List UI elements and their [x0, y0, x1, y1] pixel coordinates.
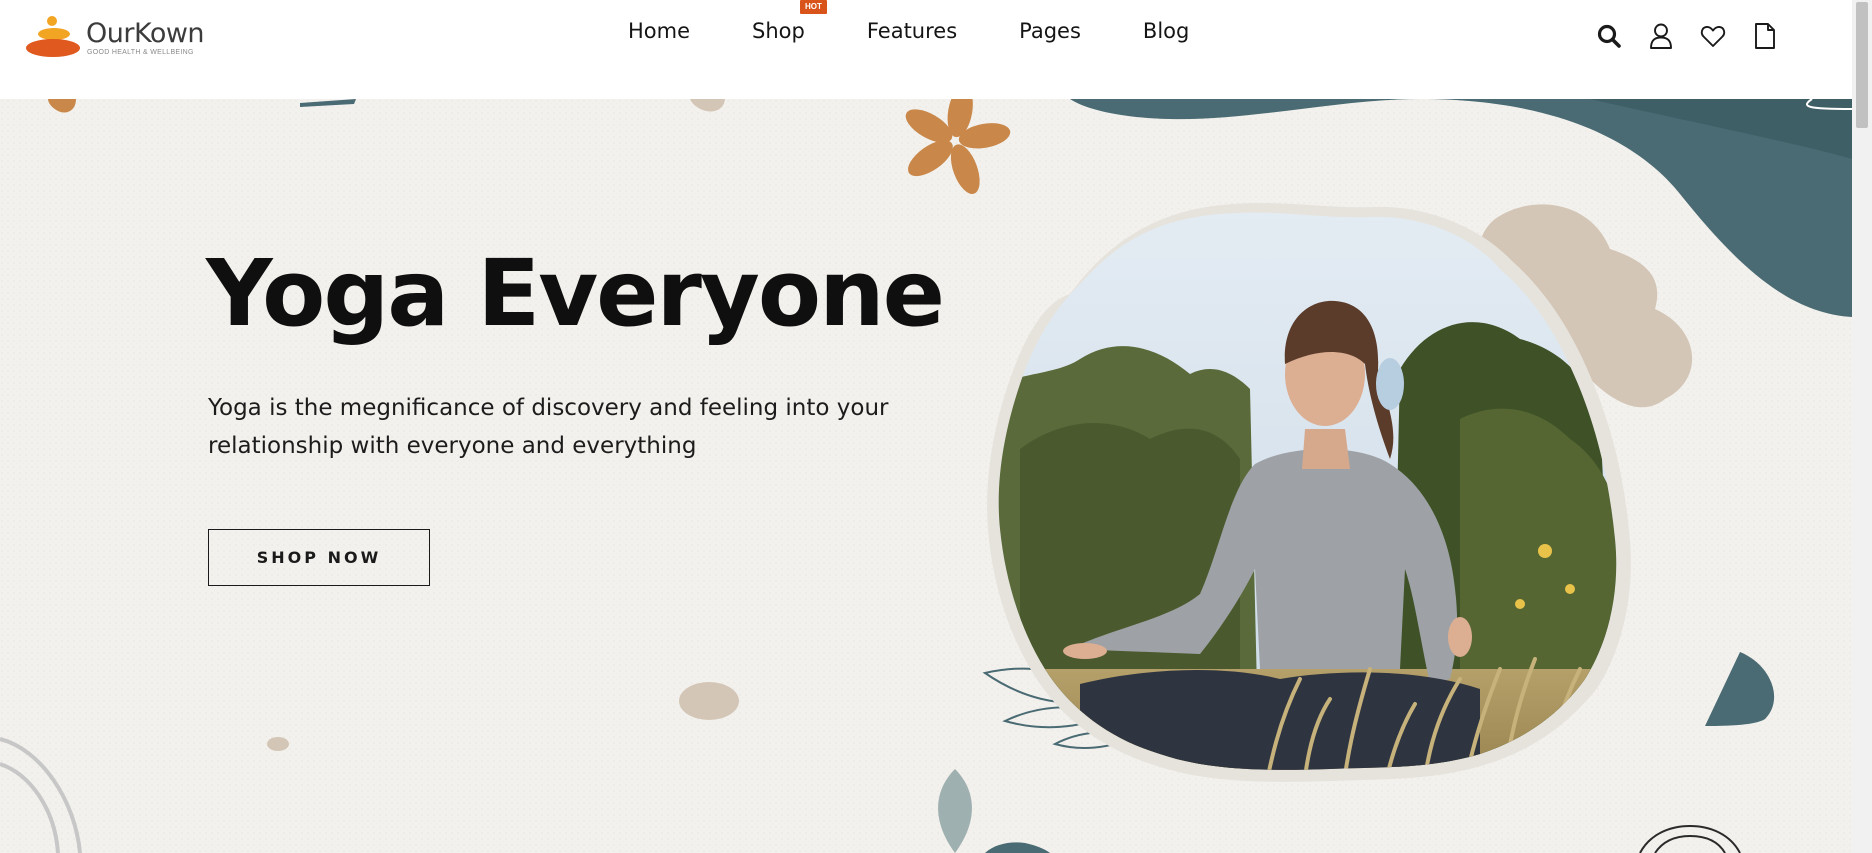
- brand-tagline: GOOD HEALTH & WELLBEING: [87, 49, 194, 56]
- main-nav: Home Shop HOT Features Pages Blog: [628, 0, 1189, 48]
- shop-now-button[interactable]: SHOP NOW: [208, 529, 430, 586]
- nav-item-features[interactable]: Features: [867, 14, 957, 48]
- page-scrollbar[interactable]: [1852, 0, 1872, 853]
- page: OurKown GOOD HEALTH & WELLBEING Home Sho…: [0, 0, 1872, 853]
- nav-item-shop-label: Shop: [752, 19, 805, 43]
- small-pebble-shape: [267, 737, 289, 751]
- hot-badge: HOT: [800, 0, 827, 14]
- nav-item-home[interactable]: Home: [628, 14, 690, 48]
- cart-icon[interactable]: [1752, 22, 1778, 50]
- stacked-stones-logo-icon: [26, 16, 80, 57]
- site-header: OurKown GOOD HEALTH & WELLBEING Home Sho…: [0, 0, 1852, 99]
- search-icon[interactable]: [1596, 22, 1622, 50]
- meditation-photo: [987, 203, 1631, 782]
- hero-title: Yoga Everyone: [206, 240, 945, 347]
- nav-item-blog[interactable]: Blog: [1143, 14, 1189, 48]
- hero-subtitle: Yoga is the megnificance of discovery an…: [208, 395, 889, 459]
- brand-name: OurKown: [86, 18, 205, 49]
- brand-logo[interactable]: OurKown GOOD HEALTH & WELLBEING: [26, 15, 216, 59]
- beige-pebble-shape: [679, 682, 739, 720]
- header-actions: [1596, 22, 1778, 50]
- user-icon[interactable]: [1648, 22, 1674, 50]
- nav-item-pages[interactable]: Pages: [1019, 14, 1081, 48]
- nav-item-shop[interactable]: Shop HOT: [752, 0, 827, 48]
- scrollbar-thumb[interactable]: [1856, 2, 1868, 128]
- hero-section: Yoga Everyone Yoga is the megnificance o…: [0, 99, 1852, 853]
- heart-icon[interactable]: [1700, 22, 1726, 50]
